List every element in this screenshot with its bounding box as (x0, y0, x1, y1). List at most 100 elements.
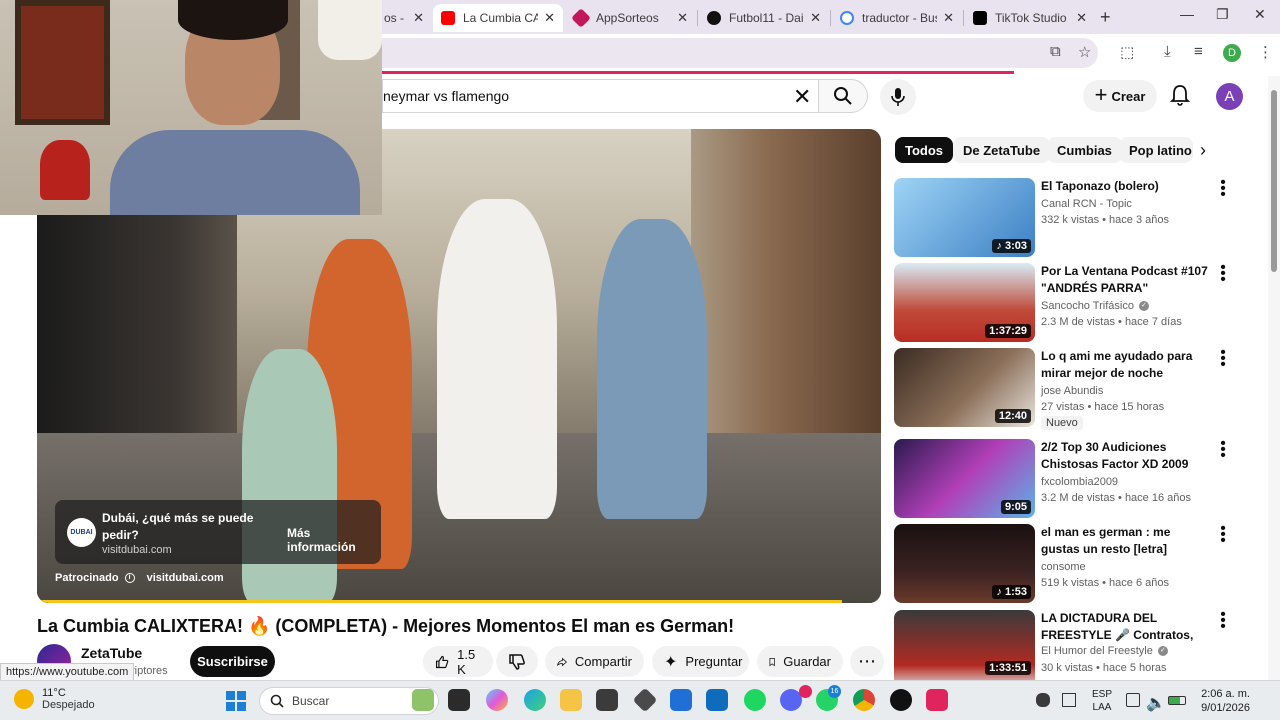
page-scrollbar-thumb[interactable] (1271, 90, 1277, 272)
sponsor-card[interactable]: DUBAI Dubái, ¿qué más se puede pedir? vi… (55, 500, 381, 564)
volume-icon[interactable]: 🔈 (1146, 693, 1166, 712)
recommendation-channel[interactable]: Canal RCN - Topic (1041, 198, 1132, 210)
install-app-icon[interactable]: ⧉ (1050, 43, 1061, 60)
recommendation-channel[interactable]: consome (1041, 561, 1086, 573)
tab-tiktok-studio[interactable]: TikTok Studio ✕ (965, 4, 1095, 32)
recommendation-channel[interactable]: Sancocho Trifásico ✓ (1041, 300, 1149, 312)
ad-progress-bar[interactable] (37, 600, 842, 603)
extensions-icon[interactable]: ⬚ (1120, 43, 1134, 61)
recommendation-title[interactable]: el man es german : me gustas un resto [l… (1041, 524, 1211, 558)
more-vertical-icon[interactable]: • • • (1219, 260, 1227, 288)
chip-cumbias[interactable]: Cumbias (1047, 137, 1122, 163)
recommendation-item[interactable]: 12:40 Lo q ami me ayudado para mirar mej… (894, 345, 1234, 430)
channel-name[interactable]: ZetaTube (81, 645, 142, 661)
spotify-icon[interactable] (744, 689, 766, 711)
editor-icon[interactable] (670, 689, 692, 711)
close-icon[interactable]: ✕ (1076, 10, 1087, 26)
outlook-icon[interactable] (706, 689, 728, 711)
account-avatar[interactable]: A (1216, 83, 1243, 110)
more-info-button[interactable]: Más información (287, 526, 381, 554)
download-icon[interactable]: ⤓ (1164, 43, 1171, 60)
language-indicator[interactable]: ESP LAA (1088, 688, 1116, 714)
recommendation-item[interactable]: 1:33:51 LA DICTADURA DEL FREESTYLE 🎤 Con… (894, 610, 1234, 680)
clear-search-icon[interactable]: ✕ (793, 84, 811, 110)
more-vertical-icon[interactable]: • • • (1219, 345, 1227, 373)
video-thumbnail[interactable]: ♪ 1:53 (894, 524, 1035, 603)
chip-todos[interactable]: Todos (895, 137, 954, 163)
tab-futbol11[interactable]: Futbol11 - Daily ✕ (699, 4, 829, 32)
recommendation-item[interactable]: ♪ 3:03 El Taponazo (bolero) Canal RCN - … (894, 175, 1234, 258)
more-vertical-icon[interactable]: • • • (1219, 175, 1227, 203)
recommendation-item[interactable]: 9:05 2/2 Top 30 Audiciones Chistosas Fac… (894, 436, 1234, 519)
display-tray-icon[interactable] (1062, 693, 1076, 707)
more-vertical-icon[interactable]: • • • (1219, 521, 1227, 549)
chrome-icon[interactable] (853, 689, 875, 711)
microphone-tray-icon[interactable] (1036, 693, 1050, 707)
capcut-icon[interactable] (926, 689, 948, 711)
browser-profile-avatar[interactable]: D (1223, 44, 1241, 62)
video-thumbnail[interactable]: 12:40 (894, 348, 1035, 427)
recommendation-channel[interactable]: El Humor del Freestyle ✓ (1041, 645, 1168, 657)
copilot-icon[interactable] (486, 689, 508, 711)
edge-icon[interactable] (524, 689, 546, 711)
recommendation-title[interactable]: Por La Ventana Podcast #107 "ANDRÉS PARR… (1041, 263, 1211, 297)
battery-icon[interactable] (1168, 696, 1186, 705)
close-icon[interactable]: ✕ (544, 10, 555, 26)
system-clock[interactable]: 2:06 a. m. 9/01/2026 (1198, 687, 1250, 715)
search-button[interactable] (818, 79, 868, 113)
more-actions-button[interactable]: ⋯ (850, 646, 884, 677)
close-icon[interactable]: ✕ (677, 10, 688, 26)
media-control-icon[interactable]: ≡ (1194, 43, 1203, 60)
close-icon[interactable]: ✕ (943, 10, 954, 26)
recommendation-title[interactable]: LA DICTADURA DEL FREESTYLE 🎤 Contratos, … (1041, 610, 1211, 644)
voice-search-button[interactable] (880, 79, 916, 115)
weather-widget[interactable]: 11°C Despejado (14, 687, 95, 711)
video-thumbnail[interactable]: 1:37:29 (894, 263, 1035, 342)
chip-de-zetatube[interactable]: De ZetaTube (953, 137, 1051, 163)
tiktok-app-icon[interactable] (890, 689, 912, 711)
sponsor-footer-domain[interactable]: visitdubai.com (147, 572, 224, 584)
tab-la-cumbia[interactable]: La Cumbia CALIX ✕ (433, 4, 563, 32)
create-button[interactable]: + Crear (1083, 80, 1157, 112)
info-icon[interactable]: i (124, 573, 135, 583)
recommendation-channel[interactable]: jose Abundis (1041, 385, 1103, 397)
window-close-icon[interactable]: ✕ (1254, 6, 1266, 23)
recommendation-item[interactable]: ♪ 1:53 el man es german : me gustas un r… (894, 521, 1234, 604)
notifications-bell-icon[interactable] (1170, 84, 1190, 106)
minimize-icon[interactable]: — (1180, 6, 1194, 22)
more-vertical-icon[interactable]: • • • (1219, 610, 1227, 635)
restore-icon[interactable]: ❐ (1216, 6, 1229, 23)
close-icon[interactable]: ✕ (413, 10, 424, 26)
search-highlight-icon[interactable] (412, 689, 434, 711)
recommendation-title[interactable]: 2/2 Top 30 Audiciones Chistosas Factor X… (1041, 439, 1211, 473)
subscribe-button[interactable]: Suscribirse (190, 646, 275, 677)
task-view-icon[interactable] (448, 689, 470, 711)
windows-start-button[interactable] (226, 691, 246, 711)
chevron-right-icon[interactable]: › (1200, 140, 1206, 161)
new-tab-icon[interactable]: + (1100, 7, 1111, 28)
tab-youtube-partial[interactable]: os - Y ✕ (376, 4, 432, 32)
app-icon[interactable] (596, 689, 618, 711)
file-explorer-icon[interactable] (560, 689, 582, 711)
video-thumbnail[interactable]: ♪ 3:03 (894, 178, 1035, 257)
save-button[interactable]: Guardar (757, 646, 843, 677)
more-vertical-icon[interactable]: • • • (1219, 436, 1227, 464)
ask-button[interactable]: ✦ Preguntar (652, 646, 749, 677)
search-input[interactable]: neymar vs flamengo (383, 88, 509, 104)
tab-traductor[interactable]: traductor - Busc ✕ (832, 4, 962, 32)
chip-pop-latino[interactable]: Pop latino (1119, 137, 1193, 163)
share-button[interactable]: Compartir (545, 646, 644, 677)
recommendation-item[interactable]: 1:37:29 Por La Ventana Podcast #107 "AND… (894, 260, 1234, 343)
dislike-button[interactable] (496, 646, 538, 677)
recommendation-title[interactable]: El Taponazo (bolero) (1041, 178, 1211, 195)
recommendation-title[interactable]: Lo q ami me ayudado para mirar mejor de … (1041, 348, 1211, 382)
bookmark-star-icon[interactable]: ☆ (1078, 43, 1091, 61)
video-thumbnail[interactable]: 1:33:51 (894, 610, 1035, 680)
wifi-icon[interactable] (1126, 693, 1140, 707)
like-button[interactable]: 1.5 K (423, 646, 493, 677)
search-box[interactable]: neymar vs flamengo (382, 79, 818, 113)
store-icon[interactable] (632, 687, 658, 713)
close-icon[interactable]: ✕ (810, 10, 821, 26)
tab-appsorteos[interactable]: AppSorteos ✕ (566, 4, 696, 32)
browser-menu-icon[interactable]: ⋮ (1258, 43, 1273, 61)
